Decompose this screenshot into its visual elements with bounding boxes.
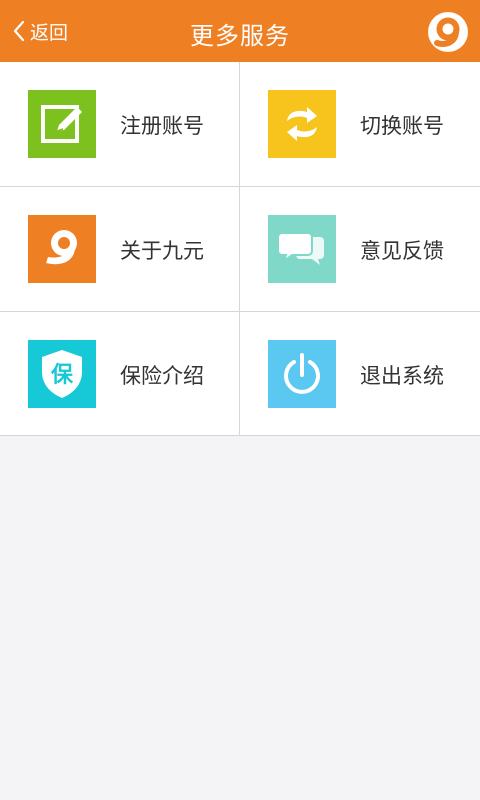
- about-item[interactable]: 关于九元: [0, 187, 240, 311]
- logout-label: 退出系统: [360, 364, 444, 388]
- shield-text: 保: [50, 363, 74, 388]
- switch-account-item[interactable]: 切换账号: [240, 62, 480, 186]
- nine-logo-icon: [428, 12, 468, 52]
- register-account-label: 注册账号: [120, 114, 204, 138]
- shield-icon: 保: [28, 340, 96, 408]
- service-grid: 注册账号 切换账号 关于九元 意见反馈 保 保险介绍 退出系统: [0, 62, 480, 436]
- refresh-icon: [268, 90, 336, 158]
- feedback-label: 意见反馈: [360, 239, 444, 263]
- divider: [239, 62, 240, 436]
- about-label: 关于九元: [120, 239, 204, 263]
- logout-item[interactable]: 退出系统: [240, 312, 480, 436]
- insurance-label: 保险介绍: [120, 364, 204, 388]
- feedback-item[interactable]: 意见反馈: [240, 187, 480, 311]
- register-account-item[interactable]: 注册账号: [0, 62, 240, 186]
- insurance-item[interactable]: 保 保险介绍: [0, 312, 240, 436]
- power-icon: [268, 340, 336, 408]
- divider: [0, 311, 480, 312]
- nine-logo-icon: [28, 215, 96, 283]
- chat-icon: [268, 215, 336, 283]
- edit-icon: [28, 90, 96, 158]
- divider: [0, 186, 480, 187]
- top-bar: 返回 更多服务: [0, 0, 480, 62]
- page-title: 更多服务: [190, 22, 290, 50]
- divider: [0, 435, 480, 436]
- switch-account-label: 切换账号: [360, 114, 444, 138]
